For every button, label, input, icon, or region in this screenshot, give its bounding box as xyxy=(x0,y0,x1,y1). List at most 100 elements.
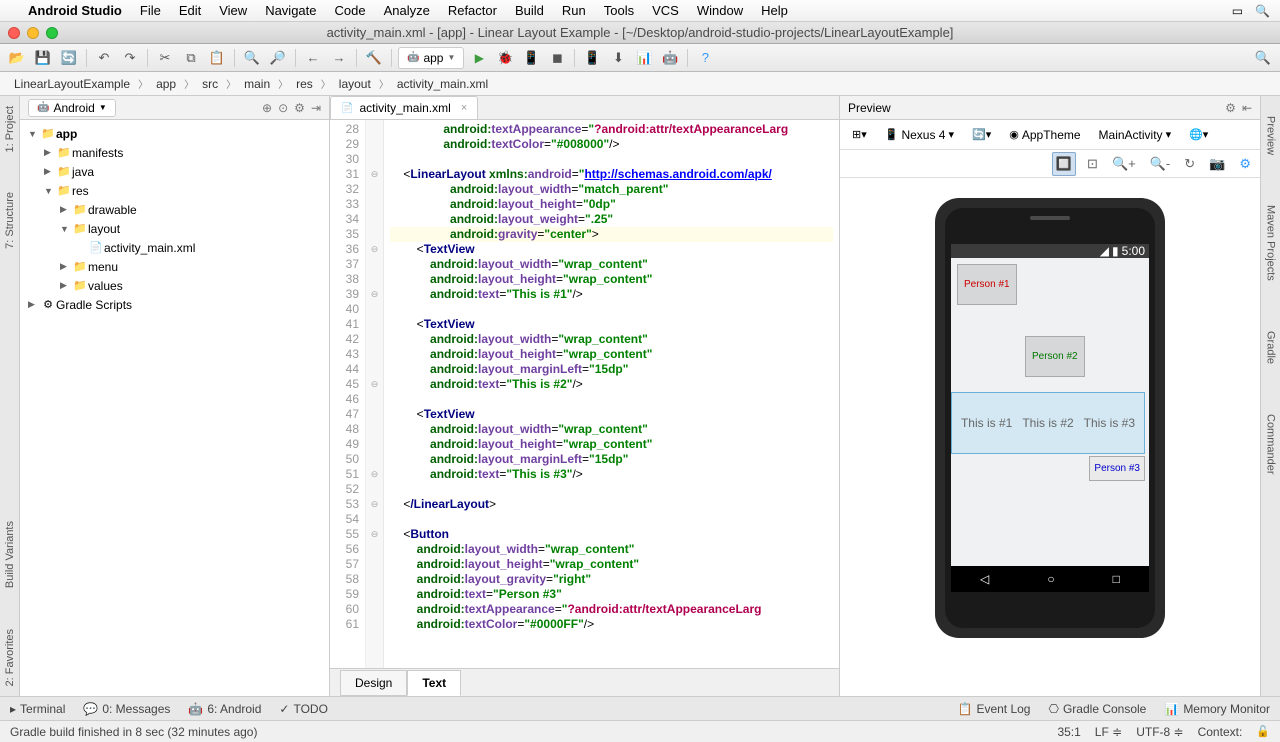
replace-icon[interactable]: 🔎 xyxy=(267,47,289,69)
menu-refactor[interactable]: Refactor xyxy=(448,3,497,18)
gradle-console-tool-tab[interactable]: ⎔Gradle Console xyxy=(1048,702,1146,716)
zoom-out-icon[interactable]: 🔍- xyxy=(1147,153,1174,175)
render-settings-dropdown[interactable]: ⊞▾ xyxy=(846,126,873,143)
menu-navigate[interactable]: Navigate xyxy=(265,3,316,18)
todo-tool-tab[interactable]: ✓TODO xyxy=(279,702,328,716)
menu-vcs[interactable]: VCS xyxy=(652,3,679,18)
make-icon[interactable]: 🔨 xyxy=(363,47,385,69)
event-log-tool-tab[interactable]: 📋Event Log xyxy=(957,702,1030,716)
open-icon[interactable]: 📂 xyxy=(6,47,28,69)
copy-icon[interactable]: ⧉ xyxy=(180,47,202,69)
structure-tool-tab[interactable]: 7: Structure xyxy=(4,192,16,249)
theme-selector[interactable]: ◉AppTheme xyxy=(1003,126,1086,144)
build-variants-tool-tab[interactable]: Build Variants xyxy=(4,521,16,588)
collapse-icon[interactable]: ⊕ xyxy=(262,101,272,115)
redo-icon[interactable]: ↷ xyxy=(119,47,141,69)
project-tree[interactable]: ▼📁app▶📁manifests▶📁java▼📁res▶📁drawable▼📁l… xyxy=(20,120,329,696)
messages-tool-tab[interactable]: 💬0: Messages xyxy=(83,702,170,716)
locale-selector[interactable]: 🌐▾ xyxy=(1183,126,1214,143)
tree-item[interactable]: ▼📁res xyxy=(20,181,329,200)
sdk-icon[interactable]: ⬇ xyxy=(607,47,629,69)
close-tab-icon[interactable]: × xyxy=(461,102,467,114)
commander-tool-tab[interactable]: Commander xyxy=(1265,414,1277,475)
gear-icon[interactable]: ⚙ xyxy=(1225,101,1236,115)
breadcrumb-item[interactable]: src xyxy=(196,75,224,93)
editor-tab[interactable]: 📄 activity_main.xml × xyxy=(330,96,478,119)
maven-tool-tab[interactable]: Maven Projects xyxy=(1265,205,1277,281)
breadcrumb-item[interactable]: layout xyxy=(333,75,377,93)
device-selector[interactable]: 📱Nexus 4▾ xyxy=(879,126,960,144)
run-config-selector[interactable]: 🤖 app ▼ xyxy=(398,47,464,69)
breadcrumb-item[interactable]: activity_main.xml xyxy=(391,75,494,93)
settings-icon[interactable]: ⚙ xyxy=(294,101,305,115)
zoom-in-icon[interactable]: 🔍+ xyxy=(1109,153,1139,175)
undo-icon[interactable]: ↶ xyxy=(93,47,115,69)
spotlight-icon[interactable]: 🔍 xyxy=(1255,4,1270,18)
hide-icon[interactable]: ⇥ xyxy=(311,101,321,115)
save-icon[interactable]: 💾 xyxy=(32,47,54,69)
orientation-selector[interactable]: 🔄▾ xyxy=(966,126,997,143)
find-icon[interactable]: 🔍 xyxy=(241,47,263,69)
sync-icon[interactable]: 🔄 xyxy=(58,47,80,69)
android-robot-icon[interactable]: 🤖 xyxy=(659,47,681,69)
cut-icon[interactable]: ✂ xyxy=(154,47,176,69)
fold-gutter[interactable]: ⊖⊖⊖⊖⊖⊖⊖ xyxy=(366,120,384,668)
android-tool-tab[interactable]: 🤖6: Android xyxy=(188,702,261,716)
breadcrumb-item[interactable]: LinearLayoutExample xyxy=(8,75,136,93)
tree-item[interactable]: ▶📁manifests xyxy=(20,143,329,162)
tree-item[interactable]: ▶⚙Gradle Scripts xyxy=(20,295,329,314)
menu-window[interactable]: Window xyxy=(697,3,743,18)
menu-run[interactable]: Run xyxy=(562,3,586,18)
run-button[interactable]: ▶ xyxy=(468,47,490,69)
tree-item[interactable]: ▼📁layout xyxy=(20,219,329,238)
project-tool-tab[interactable]: 1: Project xyxy=(4,106,16,152)
lock-icon[interactable]: 🔓 xyxy=(1256,725,1270,738)
favorites-tool-tab[interactable]: 2: Favorites xyxy=(4,629,16,686)
back-icon[interactable]: ← xyxy=(302,47,324,69)
menu-build[interactable]: Build xyxy=(515,3,544,18)
menu-file[interactable]: File xyxy=(140,3,161,18)
zoom-window-button[interactable] xyxy=(46,27,58,39)
settings-preview-icon[interactable]: ⚙ xyxy=(1236,153,1254,175)
caret-position[interactable]: 35:1 xyxy=(1057,725,1080,739)
tree-item[interactable]: ▶📁drawable xyxy=(20,200,329,219)
menu-edit[interactable]: Edit xyxy=(179,3,201,18)
menu-view[interactable]: View xyxy=(219,3,247,18)
tree-item[interactable]: ▶📁menu xyxy=(20,257,329,276)
search-everywhere-icon[interactable]: 🔍 xyxy=(1252,47,1274,69)
scroll-sync-icon[interactable]: ⊙ xyxy=(278,101,288,115)
code-content[interactable]: android:textAppearance="?android:attr/te… xyxy=(384,120,839,668)
screenshot-icon[interactable]: 📷 xyxy=(1206,153,1228,175)
menu-tools[interactable]: Tools xyxy=(604,3,634,18)
activity-selector[interactable]: MainActivity▾ xyxy=(1093,126,1178,144)
tree-item[interactable]: ▶📁java xyxy=(20,162,329,181)
memory-monitor-tool-tab[interactable]: 📊Memory Monitor xyxy=(1164,702,1270,716)
breadcrumb-item[interactable]: app xyxy=(150,75,182,93)
minimize-window-button[interactable] xyxy=(27,27,39,39)
code-editor[interactable]: 2829303132333435363738394041424344454647… xyxy=(330,120,839,668)
debug-button[interactable]: 🐞 xyxy=(494,47,516,69)
stop-icon[interactable]: ◼ xyxy=(546,47,568,69)
refresh-icon[interactable]: ↻ xyxy=(1181,153,1198,175)
menubar-app-name[interactable]: Android Studio xyxy=(28,3,122,18)
file-encoding[interactable]: UTF-8 ≑ xyxy=(1136,725,1183,739)
help-icon[interactable]: ? xyxy=(694,47,716,69)
menubar-extra-icon[interactable]: ▭ xyxy=(1232,4,1243,18)
hide-preview-icon[interactable]: ⇤ xyxy=(1242,101,1252,115)
ddms-icon[interactable]: 📊 xyxy=(633,47,655,69)
zoom-actual-icon[interactable]: ⊡ xyxy=(1084,153,1101,175)
close-window-button[interactable] xyxy=(8,27,20,39)
paste-icon[interactable]: 📋 xyxy=(206,47,228,69)
design-tab[interactable]: Design xyxy=(340,670,407,696)
line-separator[interactable]: LF ≑ xyxy=(1095,725,1122,739)
terminal-tool-tab[interactable]: ▸Terminal xyxy=(10,702,65,716)
tree-item[interactable]: 📄activity_main.xml xyxy=(20,238,329,257)
preview-tool-tab[interactable]: Preview xyxy=(1265,116,1277,155)
text-tab[interactable]: Text xyxy=(407,670,461,696)
forward-icon[interactable]: → xyxy=(328,47,350,69)
menu-code[interactable]: Code xyxy=(335,3,366,18)
menu-analyze[interactable]: Analyze xyxy=(384,3,430,18)
breadcrumb-item[interactable]: main xyxy=(238,75,276,93)
breadcrumb-item[interactable]: res xyxy=(290,75,319,93)
project-view-selector[interactable]: 🤖 Android ▼ xyxy=(28,99,116,117)
